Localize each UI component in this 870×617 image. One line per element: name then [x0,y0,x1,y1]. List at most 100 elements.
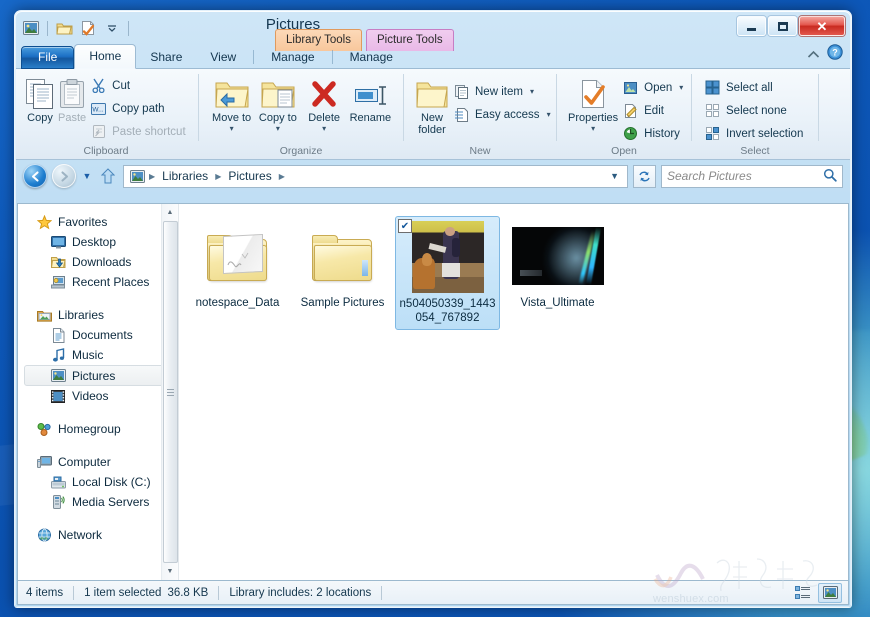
sidebar-item-music[interactable]: Music [18,345,178,365]
move-to-label: Move to [212,112,251,124]
collapse-ribbon-icon[interactable] [807,46,820,64]
sidebar-item-homegroup[interactable]: Homegroup [18,419,178,439]
ribbon-group-new: New folder New item ▾ [406,69,554,159]
details-view-button[interactable] [791,583,815,603]
delete-caret-icon[interactable]: ▾ [322,125,326,132]
sidebar-item-media-servers[interactable]: Media Servers [18,492,178,512]
list-item[interactable]: Sample Pictures [290,216,395,330]
ribbon-tab-manage-library[interactable]: Manage [257,46,328,69]
breadcrumb-separator-0[interactable]: ▶ [148,172,156,181]
view-mode-buttons [791,583,848,603]
search-input[interactable]: Search Pictures [661,165,843,188]
status-separator-1 [73,586,74,600]
large-icons-view-button[interactable] [818,583,842,603]
nav-group-favorites[interactable]: Favorites [18,212,178,232]
help-icon[interactable]: ? [827,44,843,65]
breadcrumb-pictures[interactable]: Pictures [224,168,275,184]
ribbon-group-clipboard: Copy Paste [16,69,196,159]
ribbon-tab-view[interactable]: View [196,46,250,69]
sidebar-item-computer[interactable]: Computer [18,452,178,472]
file-list-view[interactable]: notespace_Data Sample Pictures ✔ [179,204,848,580]
copy-path-button[interactable]: W... Copy path [88,98,191,119]
close-button[interactable]: ✕ [799,16,845,36]
list-item[interactable]: Vista_Ultimate [500,216,615,330]
new-item-button[interactable]: New item ▾ [451,81,556,102]
rename-button[interactable]: Rename [348,73,393,124]
cut-button[interactable]: Cut [88,75,191,96]
paste-shortcut-label: Paste shortcut [112,126,186,138]
ribbon-tab-home[interactable]: Home [74,44,136,69]
ribbon-tab-share[interactable]: Share [136,46,196,69]
properties-button[interactable]: Properties ▾ [567,73,619,132]
minimize-button[interactable] [737,16,766,36]
recent-locations-dropdown[interactable]: ▼ [81,171,93,181]
folder-icon [312,231,374,281]
move-to-icon [214,76,250,110]
properties-icon[interactable] [78,18,98,38]
sidebar-item-recent-places[interactable]: Recent Places [18,272,178,292]
invert-selection-button[interactable]: Invert selection [702,123,808,144]
sidebar-item-network[interactable]: Network [18,525,178,545]
easy-access-button[interactable]: Easy access ▾ [451,104,556,125]
ribbon-group-new-label: New [408,144,552,159]
copy-to-caret-icon[interactable]: ▾ [276,125,280,132]
breadcrumb-separator-1[interactable]: ▶ [214,172,222,181]
photo-deer-head [422,253,433,266]
address-bar[interactable]: ▶ Libraries ▶ Pictures ▶ ▼ [123,165,628,188]
address-dropdown-icon[interactable]: ▼ [605,171,624,181]
scrollbar-track[interactable] [162,221,179,563]
paste-button[interactable]: Paste [57,73,87,124]
edit-button[interactable]: Edit [620,100,688,121]
properties-caret-icon[interactable]: ▾ [591,125,595,132]
pictures-library-icon[interactable] [21,18,41,38]
back-button[interactable] [23,164,47,188]
new-item-caret-icon[interactable]: ▾ [530,88,534,95]
breadcrumb-libraries[interactable]: Libraries [158,168,212,184]
paste-shortcut-button[interactable]: Paste shortcut [88,121,191,142]
sidebar-item-pictures[interactable]: Pictures [24,365,174,386]
up-button[interactable] [98,168,118,184]
scroll-up-icon[interactable]: ▲ [162,204,179,221]
scrollbar-thumb[interactable] [163,221,178,563]
folder-icon[interactable] [54,18,74,38]
sidebar-item-videos[interactable]: Videos [18,386,178,406]
sidebar-item-desktop[interactable]: Desktop [18,232,178,252]
search-icon[interactable] [823,168,837,185]
nav-gap-3 [18,439,178,452]
scroll-down-icon[interactable]: ▼ [162,563,179,580]
ribbon-help-area: ? [807,44,843,65]
forward-button[interactable] [52,164,76,188]
select-none-button[interactable]: Select none [702,100,808,121]
history-button[interactable]: History [620,123,688,144]
nav-group-libraries[interactable]: Libraries [18,305,178,325]
ribbon-tab-file[interactable]: File [21,46,74,69]
easy-access-caret-icon[interactable]: ▾ [547,111,551,118]
breadcrumb-separator-2[interactable]: ▶ [278,172,286,181]
ribbon-tab-manage-picture[interactable]: Manage [336,46,407,69]
maximize-button[interactable] [768,16,797,36]
sidebar-item-downloads[interactable]: Downloads [18,252,178,272]
copy-to-button[interactable]: Copy to ▾ [255,73,300,132]
list-item[interactable]: ✔ n504050339_1443054_767892 [395,216,500,330]
folder-scribble [227,249,253,271]
open-button[interactable]: Open ▾ [620,77,688,98]
new-folder-button[interactable]: New folder [414,73,450,136]
navigation-pane-scrollbar[interactable]: ▲ ▼ [161,204,178,580]
copy-button[interactable]: Copy [24,73,56,124]
delete-button[interactable]: Delete ▾ [302,73,347,132]
sidebar-item-documents[interactable]: Documents [18,325,178,345]
refresh-button[interactable] [633,165,656,188]
move-to-button[interactable]: Move to ▾ [209,73,254,132]
ribbon-tab-separator-2 [332,50,333,64]
customize-qat-icon[interactable] [102,18,122,38]
select-all-button[interactable]: Select all [702,77,808,98]
open-caret-icon[interactable]: ▾ [679,84,683,91]
item-checkbox[interactable]: ✔ [398,219,412,233]
copy-icon [25,76,55,110]
move-to-caret-icon[interactable]: ▾ [230,125,234,132]
list-item[interactable]: notespace_Data [185,216,290,330]
item-name: Sample Pictures [293,296,393,310]
sidebar-item-local-disk[interactable]: Local Disk (C:) [18,472,178,492]
nav-label-pictures: Pictures [72,369,115,383]
ribbon-group-select-label: Select [696,144,814,159]
